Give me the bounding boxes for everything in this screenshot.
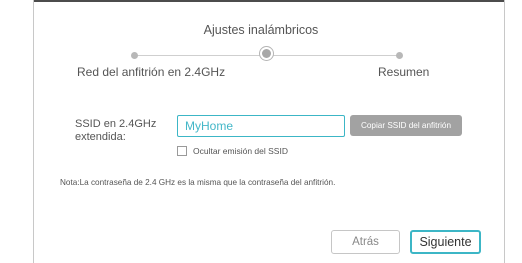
step-label-host-network: Red del anfitrión en 2.4GHz <box>77 65 226 79</box>
step-dot-host-network <box>131 52 138 59</box>
step-dot-wireless-settings <box>262 49 271 58</box>
next-button[interactable]: Siguiente <box>410 230 481 254</box>
step-dot-summary <box>396 52 403 59</box>
hide-ssid-checkbox[interactable] <box>177 146 187 156</box>
copy-host-ssid-button[interactable]: Copiar SSID del anfitrión <box>350 115 462 136</box>
step-label-summary: Resumen <box>378 65 430 79</box>
step-title: Ajustes inalámbricos <box>203 23 319 37</box>
back-button[interactable]: Atrás <box>331 230 400 254</box>
ssid-input[interactable] <box>177 115 345 137</box>
ssid-label: SSID en 2.4GHz extendida: <box>75 118 157 143</box>
hide-ssid-label: Ocultar emisión del SSID <box>193 146 288 156</box>
password-note: Nota:La contraseña de 2.4 GHz es la mism… <box>60 178 336 187</box>
hide-ssid-row[interactable]: Ocultar emisión del SSID <box>177 145 288 157</box>
